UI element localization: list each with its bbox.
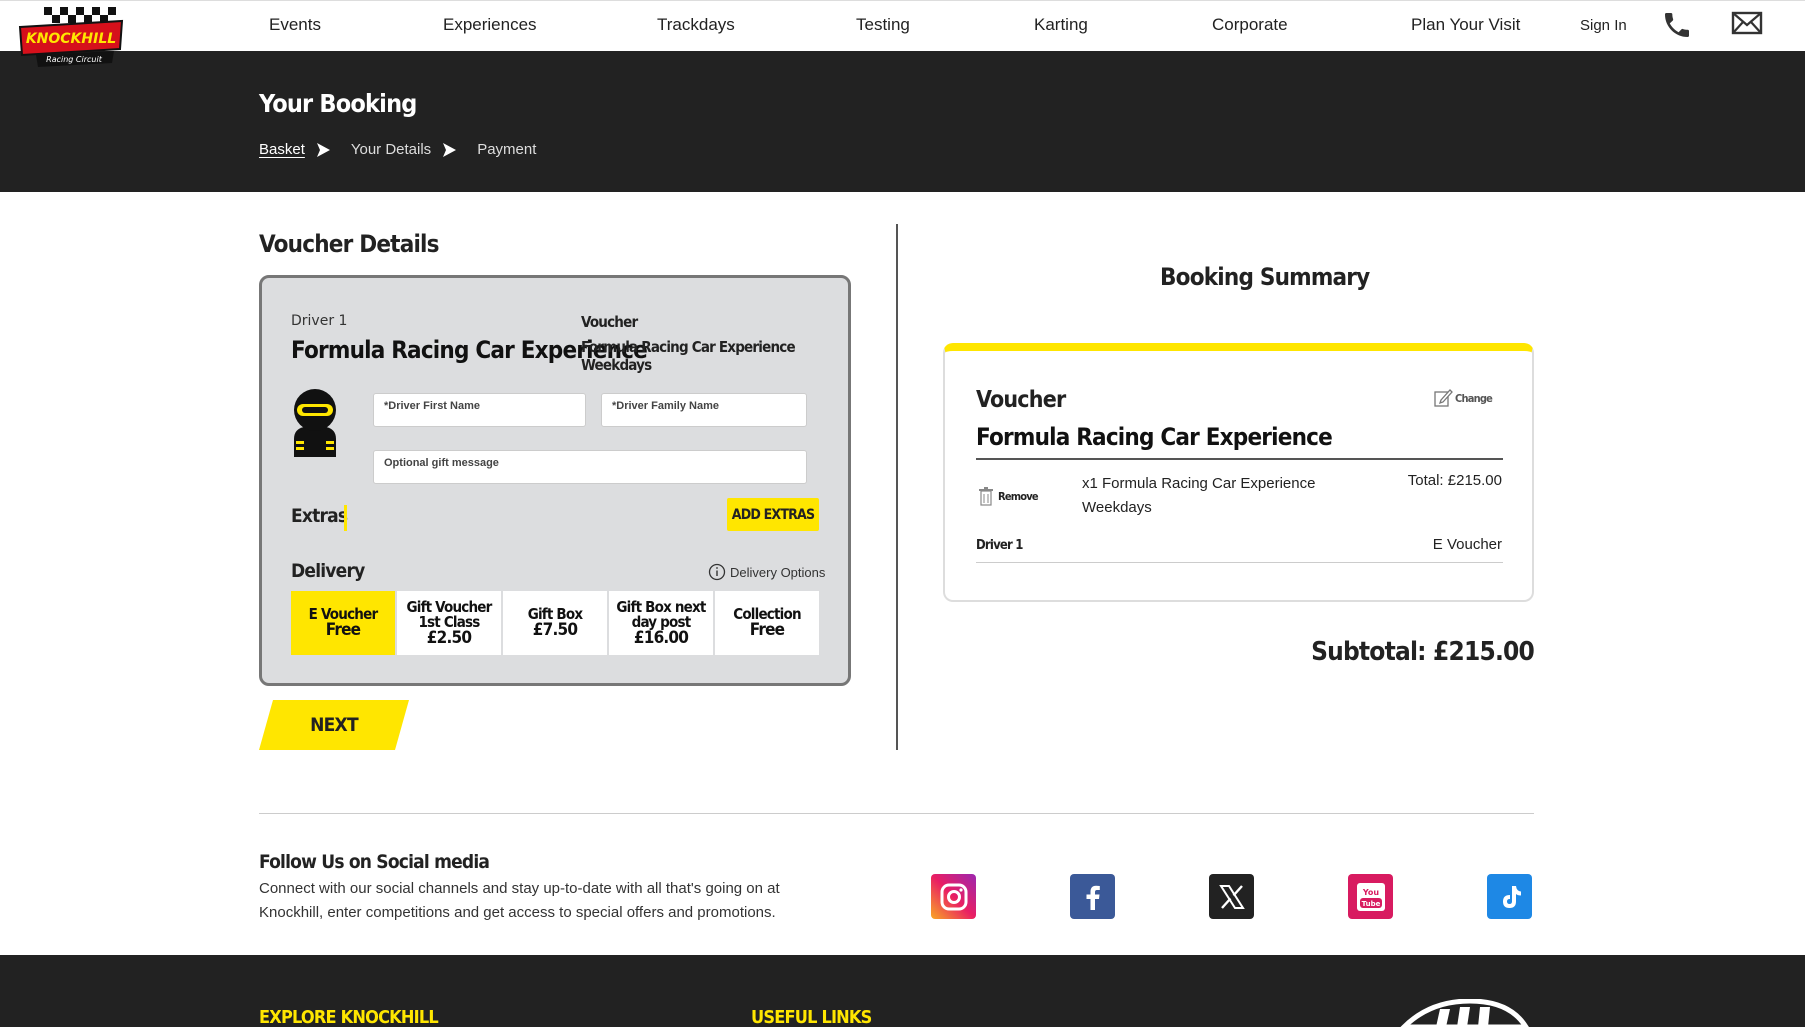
gift-message-input[interactable]: Optional gift message [373,450,807,484]
driver-label: Driver 1 [291,313,348,329]
mail-icon[interactable] [1731,9,1763,37]
crumb-payment[interactable]: Payment [477,141,536,158]
youtube-icon[interactable]: You Tube [1348,874,1393,919]
voucher-label: Voucher [581,313,638,331]
edit-icon [1434,389,1453,407]
extras-accent [344,505,347,531]
nav-testing[interactable]: Testing [856,15,910,35]
page-title: Your Booking [259,89,417,118]
driver-first-name-input[interactable]: *Driver First Name [373,393,586,427]
trash-icon [979,487,993,506]
voucher-name: Formula Racing Car Experience Weekdays [581,338,796,374]
svg-text:KNOCKHILL: KNOCKHILL [26,31,116,47]
nav-plan-your-visit[interactable]: Plan Your Visit [1411,15,1520,35]
booking-summary-title: Booking Summary [1160,263,1370,291]
sign-in-link[interactable]: Sign In [1580,17,1627,34]
subtotal: Subtotal: £215.00 [1311,637,1535,667]
crumb-your-details[interactable]: Your Details [351,141,431,158]
summary-card: Voucher Change Formula Racing Car Experi… [943,343,1534,602]
summary-experience: Formula Racing Car Experience [976,423,1333,451]
phone-icon[interactable] [1661,9,1693,41]
svg-text:Racing Circuit: Racing Circuit [46,55,103,64]
delivery-option-gift-voucher[interactable]: Gift Voucher 1st Class £2.50 [397,591,503,655]
summary-divider-2 [976,562,1503,563]
crumb-basket[interactable]: Basket [259,141,305,158]
add-extras-button[interactable]: ADD EXTRAS [727,498,819,531]
summary-driver-value: E Voucher [1432,536,1502,553]
svg-text:Tube: Tube [1361,900,1380,908]
delivery-option-gift-box[interactable]: Gift Box £7.50 [503,591,609,655]
driver-helmet-icon [294,389,336,457]
summary-item: x1 Formula Racing Car Experience Weekday… [1082,475,1316,516]
section-divider [259,813,1534,814]
arrow-right-icon [443,142,457,157]
delivery-option-gift-box-next-day[interactable]: Gift Box next day post £16.00 [609,591,715,655]
top-navigation: KNOCKHILL Racing Circuit Events Experien… [0,0,1805,67]
nav-events[interactable]: Events [269,15,321,35]
nav-experiences[interactable]: Experiences [443,15,537,35]
summary-divider [976,458,1503,460]
voucher-card: Driver 1 Formula Racing Car Experience V… [259,275,851,686]
delivery-options-link[interactable]: Delivery Options [708,563,825,581]
x-icon[interactable] [1209,874,1254,919]
next-button[interactable]: NEXT [259,700,409,750]
booking-header: Your Booking Basket Your Details Payment [0,51,1805,192]
social-title: Follow Us on Social media [259,851,490,873]
delivery-options: E Voucher Free Gift Voucher 1st Class £2… [291,591,819,655]
footer-logo [1400,999,1529,1027]
footer: EXPLORE KNOCKHILL USEFUL LINKS [0,955,1805,1027]
summary-driver-label: Driver 1 [976,538,1023,553]
delivery-label: Delivery [291,560,365,582]
nav-trackdays[interactable]: Trackdays [657,15,735,35]
facebook-icon[interactable] [1070,874,1115,919]
nav-corporate[interactable]: Corporate [1212,15,1288,35]
delivery-option-e-voucher[interactable]: E Voucher Free [291,591,397,655]
instagram-icon[interactable] [931,874,976,919]
breadcrumb: Basket Your Details Payment [259,141,536,158]
arrow-right-icon [316,142,330,157]
column-divider [896,224,898,750]
nav-karting[interactable]: Karting [1034,15,1088,35]
voucher-details-title: Voucher Details [259,230,440,258]
tiktok-icon[interactable] [1487,874,1532,919]
remove-button[interactable]: Remove [978,486,1039,506]
social-description: Connect with our social channels and sta… [259,880,780,921]
summary-voucher-label: Voucher [976,387,1066,413]
knockhill-logo[interactable]: KNOCKHILL Racing Circuit [16,5,126,71]
footer-useful-links-heading: USEFUL LINKS [751,1007,872,1027]
svg-text:You: You [1361,888,1379,897]
summary-total: Total: £215.00 [1407,472,1502,489]
footer-explore-heading: EXPLORE KNOCKHILL [259,1007,439,1027]
info-icon [708,563,726,581]
delivery-option-collection[interactable]: Collection Free [715,591,819,655]
change-button[interactable]: Change [1433,388,1493,408]
extras-label: Extras [291,505,348,527]
driver-family-name-input[interactable]: *Driver Family Name [601,393,807,427]
